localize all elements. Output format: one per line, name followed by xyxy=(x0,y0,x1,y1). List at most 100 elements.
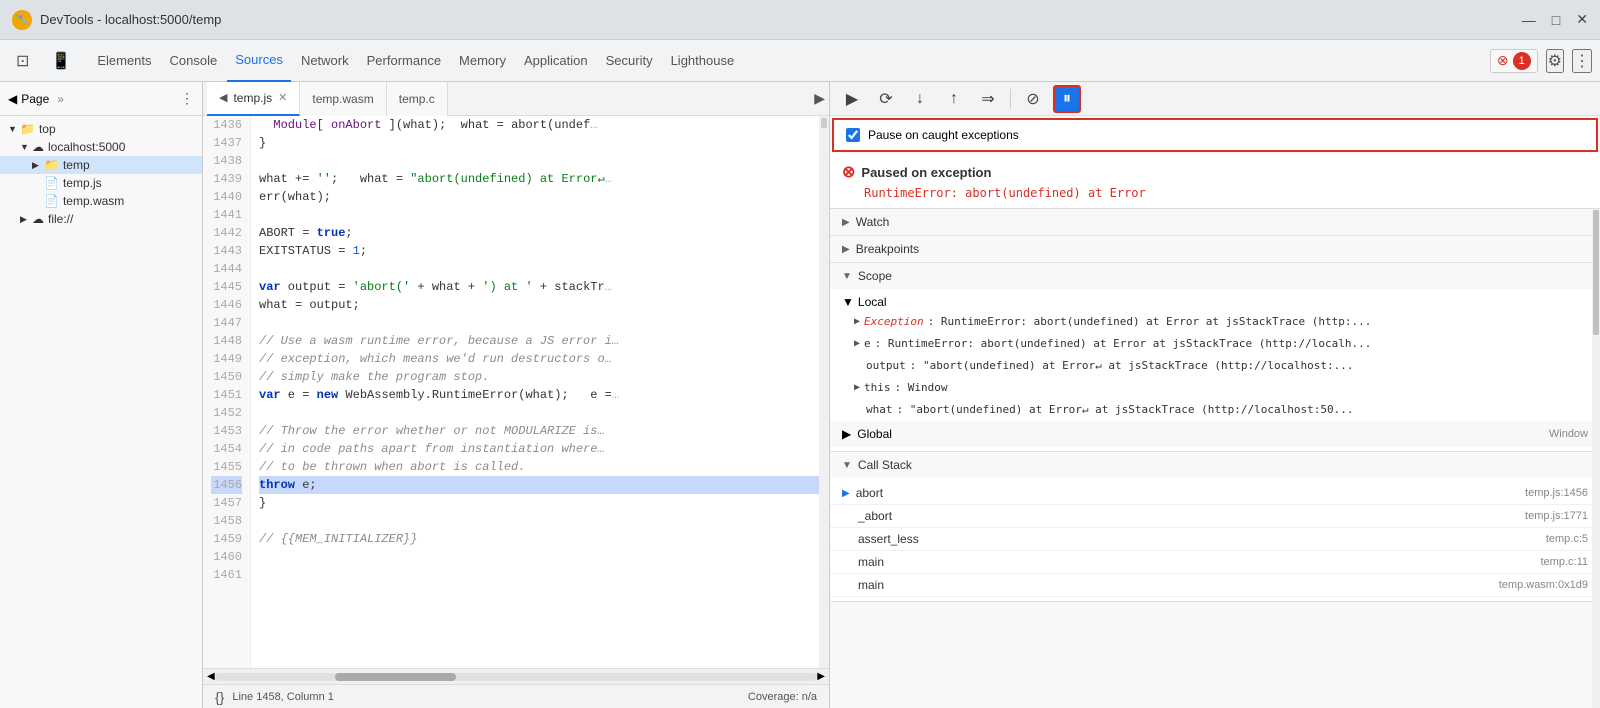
tree-arrow-localhost: ▼ xyxy=(20,142,32,152)
code-line-1439: what += ''; what = "abort(undefined) at … xyxy=(259,170,821,188)
title-text: DevTools - localhost:5000/temp xyxy=(40,12,1514,27)
tab-sources[interactable]: Sources xyxy=(227,40,291,82)
deactivate-breakpoints-button[interactable]: ⊘ xyxy=(1019,85,1047,113)
code-tab-tempjs[interactable]: ◀ temp.js ✕ xyxy=(207,82,300,116)
pause-exceptions-checkbox[interactable] xyxy=(846,128,860,142)
exception-error-icon: ⊗ xyxy=(842,162,855,182)
scope-global-header[interactable]: ▶ Global Window xyxy=(830,421,1600,447)
vertical-scrollbar[interactable] xyxy=(819,116,829,668)
tree-item-temp[interactable]: ▶ 📁 temp xyxy=(0,156,202,174)
scope-content: ▼ Local ▶ Exception : RuntimeError: abor… xyxy=(830,289,1600,451)
step-button[interactable]: ⇒ xyxy=(974,85,1002,113)
breakpoints-section-header[interactable]: ▶ Breakpoints xyxy=(830,236,1600,262)
server-icon-file: ☁ xyxy=(32,212,44,226)
format-icon[interactable]: {} xyxy=(215,689,224,705)
tab-lighthouse[interactable]: Lighthouse xyxy=(663,40,743,82)
tree-item-localhost[interactable]: ▼ ☁ localhost:5000 xyxy=(0,138,202,156)
step-into-button[interactable]: ↓ xyxy=(906,85,934,113)
tab-memory[interactable]: Memory xyxy=(451,40,514,82)
code-view[interactable]: Module[ onAbort ](what); what = abort(un… xyxy=(251,116,829,668)
scroll-right-button[interactable]: ▶ xyxy=(817,671,825,682)
call-stack-section-header[interactable]: ▼ Call Stack xyxy=(830,452,1600,478)
error-circle-icon: ⊗ xyxy=(1497,52,1509,69)
call-stack-item-_abort[interactable]: _abort temp.js:1771 xyxy=(830,505,1600,528)
breakpoints-section-title: Breakpoints xyxy=(856,242,919,256)
tab-elements[interactable]: Elements xyxy=(89,40,159,82)
tree-item-tempwasm[interactable]: 📄 temp.wasm xyxy=(0,192,202,210)
call-stack-item-main1[interactable]: main temp.c:11 xyxy=(830,551,1600,574)
folder-icon-top: 📁 xyxy=(20,122,35,136)
scope-global-arrow: ▶ xyxy=(842,427,851,441)
right-panel-scrollbar-thumb xyxy=(1593,210,1599,335)
tab-network[interactable]: Network xyxy=(293,40,357,82)
close-button[interactable]: ✕ xyxy=(1576,11,1588,28)
code-line-1458 xyxy=(259,512,821,530)
code-line-1436: Module[ onAbort ](what); what = abort(un… xyxy=(259,116,821,134)
inspect-element-button[interactable]: ⊡ xyxy=(8,40,37,82)
minimize-button[interactable]: — xyxy=(1522,11,1536,28)
coverage-status: Coverage: n/a xyxy=(748,691,817,703)
resume-button[interactable]: ▶ xyxy=(838,85,866,113)
scope-item-e: ▶ e : RuntimeError: abort(undefined) at … xyxy=(830,333,1600,355)
code-tab-tempjs-close[interactable]: ✕ xyxy=(278,91,287,104)
watch-section-header[interactable]: ▶ Watch xyxy=(830,209,1600,235)
pause-on-exceptions-button[interactable]: ⏸ xyxy=(1053,85,1081,113)
code-line-1441 xyxy=(259,206,821,224)
call-stack-fn-assert_less: assert_less xyxy=(858,532,1546,546)
file-tree: ▼ 📁 top ▼ ☁ localhost:5000 ▶ 📁 temp xyxy=(0,116,202,708)
scroll-left-button[interactable]: ◀ xyxy=(207,671,215,682)
right-panel-scrollbar[interactable] xyxy=(1592,209,1600,708)
tree-label-tempwasm: temp.wasm xyxy=(63,194,198,208)
tree-item-tempjs[interactable]: 📄 temp.js xyxy=(0,174,202,192)
panel-sections: ▶ Watch ▶ Breakpoints ▼ Scope xyxy=(830,209,1600,708)
code-content[interactable]: 1436 1437 1438 1439 1440 1441 1442 1443 … xyxy=(203,116,829,668)
sidebar-back-button[interactable]: ◀ xyxy=(8,92,17,106)
code-line-1461 xyxy=(259,566,821,584)
panel-sections-wrapper: ▶ Watch ▶ Breakpoints ▼ Scope xyxy=(830,209,1600,708)
tab-application[interactable]: Application xyxy=(516,40,596,82)
scope-item-what: what : "abort(undefined) at Error↵ at js… xyxy=(830,399,1600,421)
code-line-1453: // Throw the error whether or not MODULA… xyxy=(259,422,821,440)
scrollbar-thumb-v xyxy=(821,118,827,128)
call-stack-item-assert_less[interactable]: assert_less temp.c:5 xyxy=(830,528,1600,551)
file-icon-tempjs: 📄 xyxy=(44,176,59,190)
window-controls[interactable]: — □ ✕ xyxy=(1522,11,1588,28)
scope-local-header[interactable]: ▼ Local xyxy=(830,293,1600,311)
devtools-icon: 🔧 xyxy=(12,10,32,30)
scope-section: ▼ Scope ▼ Local ▶ Exception : RuntimeErr… xyxy=(830,263,1600,452)
more-tools-button[interactable]: ⋮ xyxy=(1572,49,1592,73)
code-tabs: ◀ temp.js ✕ temp.wasm temp.c ▶ xyxy=(203,82,829,116)
tree-label-temp: temp xyxy=(63,158,198,172)
code-tab-back-icon[interactable]: ◀ xyxy=(219,91,227,104)
call-stack-item-main2[interactable]: main temp.wasm:0x1d9 xyxy=(830,574,1600,597)
tab-console[interactable]: Console xyxy=(162,40,226,82)
scope-item-this: ▶ this : Window xyxy=(830,377,1600,399)
toolbar-separator xyxy=(1010,89,1011,109)
maximize-button[interactable]: □ xyxy=(1552,11,1560,28)
tab-performance[interactable]: Performance xyxy=(359,40,449,82)
sidebar-more-button[interactable]: ⋮ xyxy=(180,90,194,107)
code-tab-tempc[interactable]: temp.c xyxy=(387,82,448,116)
code-line-1438 xyxy=(259,152,821,170)
tree-label-file: file:// xyxy=(48,212,198,226)
scope-section-header[interactable]: ▼ Scope xyxy=(830,263,1600,289)
code-tab-more-button[interactable]: ▶ xyxy=(814,90,825,107)
call-stack-item-abort[interactable]: ▶ abort temp.js:1456 xyxy=(830,482,1600,505)
code-tab-tempwasm[interactable]: temp.wasm xyxy=(300,82,386,116)
device-toolbar-button[interactable]: 📱 xyxy=(43,40,79,82)
call-stack-section: ▼ Call Stack ▶ abort temp.js:1456 _abort… xyxy=(830,452,1600,602)
debugger-toolbar: ▶ ⟳ ↓ ↑ ⇒ ⊘ ⏸ xyxy=(830,82,1600,116)
scrollbar-track-h[interactable] xyxy=(215,673,818,681)
sidebar: ◀ Page » ⋮ ▼ 📁 top ▼ ☁ localhost:5000 ▶ … xyxy=(0,82,203,708)
tree-item-top[interactable]: ▼ 📁 top xyxy=(0,120,202,138)
watch-section: ▶ Watch xyxy=(830,209,1600,236)
call-stack-fn-main1: main xyxy=(858,555,1541,569)
exception-banner: ⊗ Paused on exception RuntimeError: abor… xyxy=(830,154,1600,209)
tree-item-file[interactable]: ▶ ☁ file:// xyxy=(0,210,202,228)
step-out-button[interactable]: ↑ xyxy=(940,85,968,113)
call-stack-loc-assert_less: temp.c:5 xyxy=(1546,533,1588,545)
step-over-button[interactable]: ⟳ xyxy=(872,85,900,113)
tab-security[interactable]: Security xyxy=(598,40,661,82)
horizontal-scrollbar[interactable]: ◀ ▶ xyxy=(203,668,829,684)
settings-button[interactable]: ⚙ xyxy=(1546,49,1564,73)
